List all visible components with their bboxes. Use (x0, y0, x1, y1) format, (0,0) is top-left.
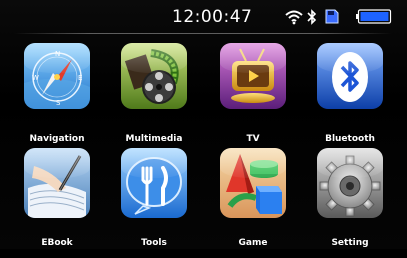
svg-text:N: N (55, 50, 60, 58)
app-label: Tools (141, 238, 167, 248)
app-multimedia[interactable]: Multimedia (114, 43, 194, 153)
status-divider (14, 33, 392, 34)
app-tools[interactable]: Tools (114, 148, 194, 258)
svg-text:E: E (78, 74, 82, 82)
bluetooth-status-icon (307, 9, 317, 25)
bluetooth-icon (317, 43, 383, 109)
app-ebook[interactable]: EBook (17, 148, 97, 258)
battery-icon (356, 9, 392, 24)
app-label: Multimedia (125, 134, 183, 144)
wifi-icon (285, 10, 303, 25)
app-bluetooth[interactable]: Bluetooth (310, 43, 390, 153)
gear-icon (317, 148, 383, 218)
app-game[interactable]: Game (213, 148, 293, 258)
app-label: Navigation (29, 134, 85, 144)
game-shapes-icon (220, 148, 286, 218)
app-label: TV (246, 134, 260, 144)
svg-text:W: W (32, 74, 39, 82)
app-label: EBook (41, 238, 73, 248)
svg-text:S: S (56, 99, 61, 107)
app-setting[interactable]: Setting (310, 148, 390, 258)
status-bar: 12:00:47 (0, 4, 407, 30)
app-label: Bluetooth (325, 134, 375, 144)
clock: 12:00:47 (172, 7, 253, 27)
tv-icon (220, 43, 286, 109)
home-screen: 12:00:47 N E S W Navigation Multimedia T… (0, 0, 407, 249)
app-tv[interactable]: TV (213, 43, 293, 153)
ebook-icon (24, 148, 90, 218)
app-label: Setting (331, 238, 369, 248)
film-reel-icon (121, 43, 187, 109)
compass-icon: N E S W (24, 43, 90, 109)
app-label: Game (238, 238, 268, 248)
app-navigation[interactable]: N E S W Navigation (17, 43, 97, 153)
fork-knife-icon (121, 148, 187, 218)
sd-card-icon (325, 9, 339, 24)
